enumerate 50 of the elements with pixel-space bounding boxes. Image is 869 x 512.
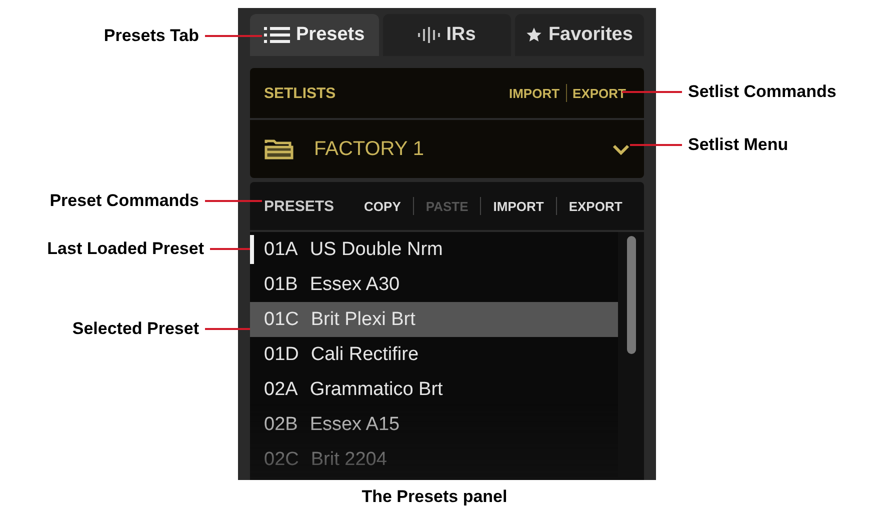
preset-slot: 01D — [264, 344, 299, 366]
preset-slot: 01A — [264, 238, 298, 260]
figure-caption: The Presets panel — [362, 487, 508, 507]
preset-name: Brit Plexi Brt — [310, 308, 416, 330]
panel-tab[interactable]: Presets — [250, 14, 379, 56]
callout-label: Setlist Menu — [688, 135, 788, 155]
preset-name: Essex A15 — [310, 414, 400, 436]
command-link[interactable]: IMPORT — [502, 86, 566, 100]
preset-name: Grammatico Brt — [310, 378, 443, 400]
preset-slot: 02A — [264, 378, 298, 400]
preset-item[interactable]: 02B Essex A15 — [250, 407, 618, 442]
preset-slot: 02C — [264, 448, 299, 470]
leader-line — [205, 328, 250, 330]
folder-icon — [264, 138, 294, 160]
callout-label: Selected Preset — [72, 319, 199, 339]
leader-line — [622, 91, 682, 93]
panel-tab[interactable]: IRs — [382, 14, 512, 56]
preset-item[interactable]: 01B Essex A30 — [250, 267, 618, 302]
scrollbar[interactable] — [627, 236, 636, 354]
preset-name: Cali Rectifire — [310, 344, 419, 366]
preset-item[interactable]: 01D Cali Rectifire — [250, 337, 618, 372]
command-link[interactable]: COPY — [358, 198, 407, 214]
panel-tab[interactable]: Favorites — [515, 14, 644, 56]
command-link[interactable]: EXPORT — [566, 86, 632, 100]
preset-slot: 01B — [264, 274, 298, 296]
preset-name: Essex A30 — [310, 274, 400, 296]
preset-slot: 01C — [264, 308, 299, 330]
callout-label: Last Loaded Preset — [47, 239, 204, 259]
preset-item[interactable]: 01C Brit Plexi Brt — [250, 302, 618, 337]
command-link[interactable]: EXPORT — [562, 198, 628, 214]
callout-label: Presets Tab — [104, 26, 199, 46]
preset-slot: 02B — [264, 414, 298, 436]
preset-item[interactable]: 01A US Double Nrm — [250, 232, 618, 267]
leader-line — [210, 248, 250, 250]
preset-name: Brit 2204 — [310, 448, 387, 470]
list-icon — [264, 26, 290, 44]
callout-label: Preset Commands — [50, 191, 199, 211]
section-title: SETLISTS — [264, 84, 337, 102]
command-link[interactable]: IMPORT — [487, 198, 550, 214]
waveform-icon — [418, 27, 440, 43]
star-icon — [526, 27, 542, 43]
section-title: PRESETS — [264, 198, 334, 214]
preset-name: US Double Nrm — [310, 238, 443, 260]
preset-item[interactable]: 02A Grammatico Brt — [250, 372, 618, 407]
chevron-down-icon — [612, 144, 630, 154]
leader-line — [630, 144, 682, 146]
leader-line — [205, 200, 262, 202]
leader-line — [205, 35, 262, 37]
setlist-dropdown[interactable]: FACTORY 1 — [250, 120, 644, 178]
callout-label: Setlist Commands — [688, 82, 836, 102]
